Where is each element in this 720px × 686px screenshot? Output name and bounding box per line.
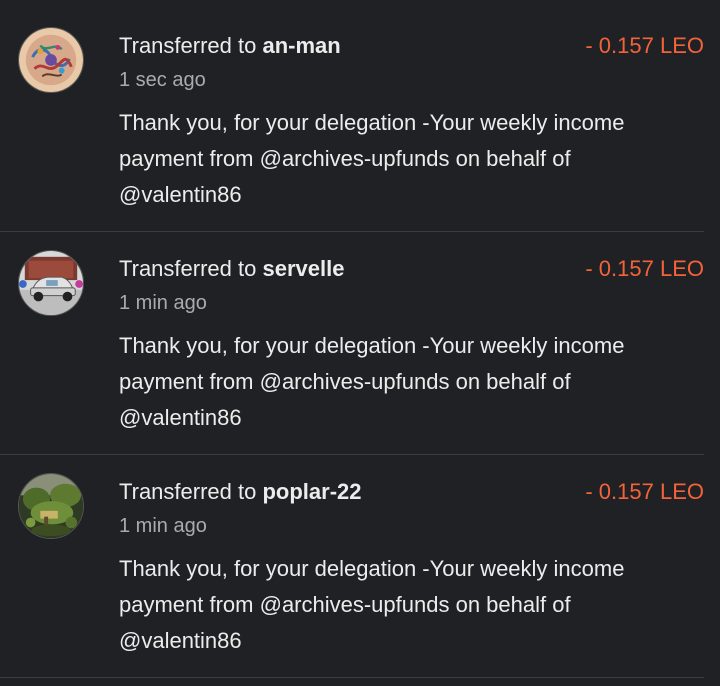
transaction-list: Transferred to an-man - 0.157 LEO 1 sec …: [0, 0, 720, 686]
transaction-item[interactable]: Transferred to poplar-22 - 0.157 LEO 1 m…: [0, 455, 704, 678]
transaction-item[interactable]: Transferred to servelle - 0.157 LEO 1 mi…: [0, 232, 704, 455]
transaction-title: Transferred to poplar-22: [119, 479, 362, 505]
recipient-username[interactable]: poplar-22: [262, 479, 361, 504]
user-avatar[interactable]: [18, 250, 84, 316]
transaction-item[interactable]: Transferred to an-man - 0.157 LEO 1 sec …: [0, 0, 704, 232]
transaction-title: Transferred to an-man: [119, 33, 341, 59]
transfer-memo: Thank you, for your delegation -Your wee…: [119, 333, 625, 430]
transfer-memo: Thank you, for your delegation -Your wee…: [119, 110, 625, 207]
user-avatar[interactable]: [18, 473, 84, 539]
recipient-username[interactable]: servelle: [262, 256, 344, 281]
transaction-title: Transferred to servelle: [119, 256, 344, 282]
colorful-pattern-avatar-icon: [19, 28, 83, 92]
timestamp: 1 min ago: [119, 292, 207, 314]
transfer-amount: - 0.157 LEO: [585, 256, 704, 281]
timestamp: 1 min ago: [119, 515, 207, 537]
vintage-car-avatar-icon: [19, 251, 83, 315]
garden-photo-avatar-icon: [19, 474, 83, 538]
transfer-amount: - 0.157 LEO: [585, 479, 704, 504]
user-avatar[interactable]: [18, 27, 84, 93]
transfer-memo: Thank you, for your delegation -Your wee…: [119, 556, 625, 653]
transfer-prefix: Transferred to: [119, 479, 263, 504]
transfer-prefix: Transferred to: [119, 33, 263, 58]
recipient-username[interactable]: an-man: [262, 33, 340, 58]
transfer-amount: - 0.157 LEO: [585, 33, 704, 58]
timestamp: 1 sec ago: [119, 69, 206, 91]
transfer-prefix: Transferred to: [119, 256, 263, 281]
